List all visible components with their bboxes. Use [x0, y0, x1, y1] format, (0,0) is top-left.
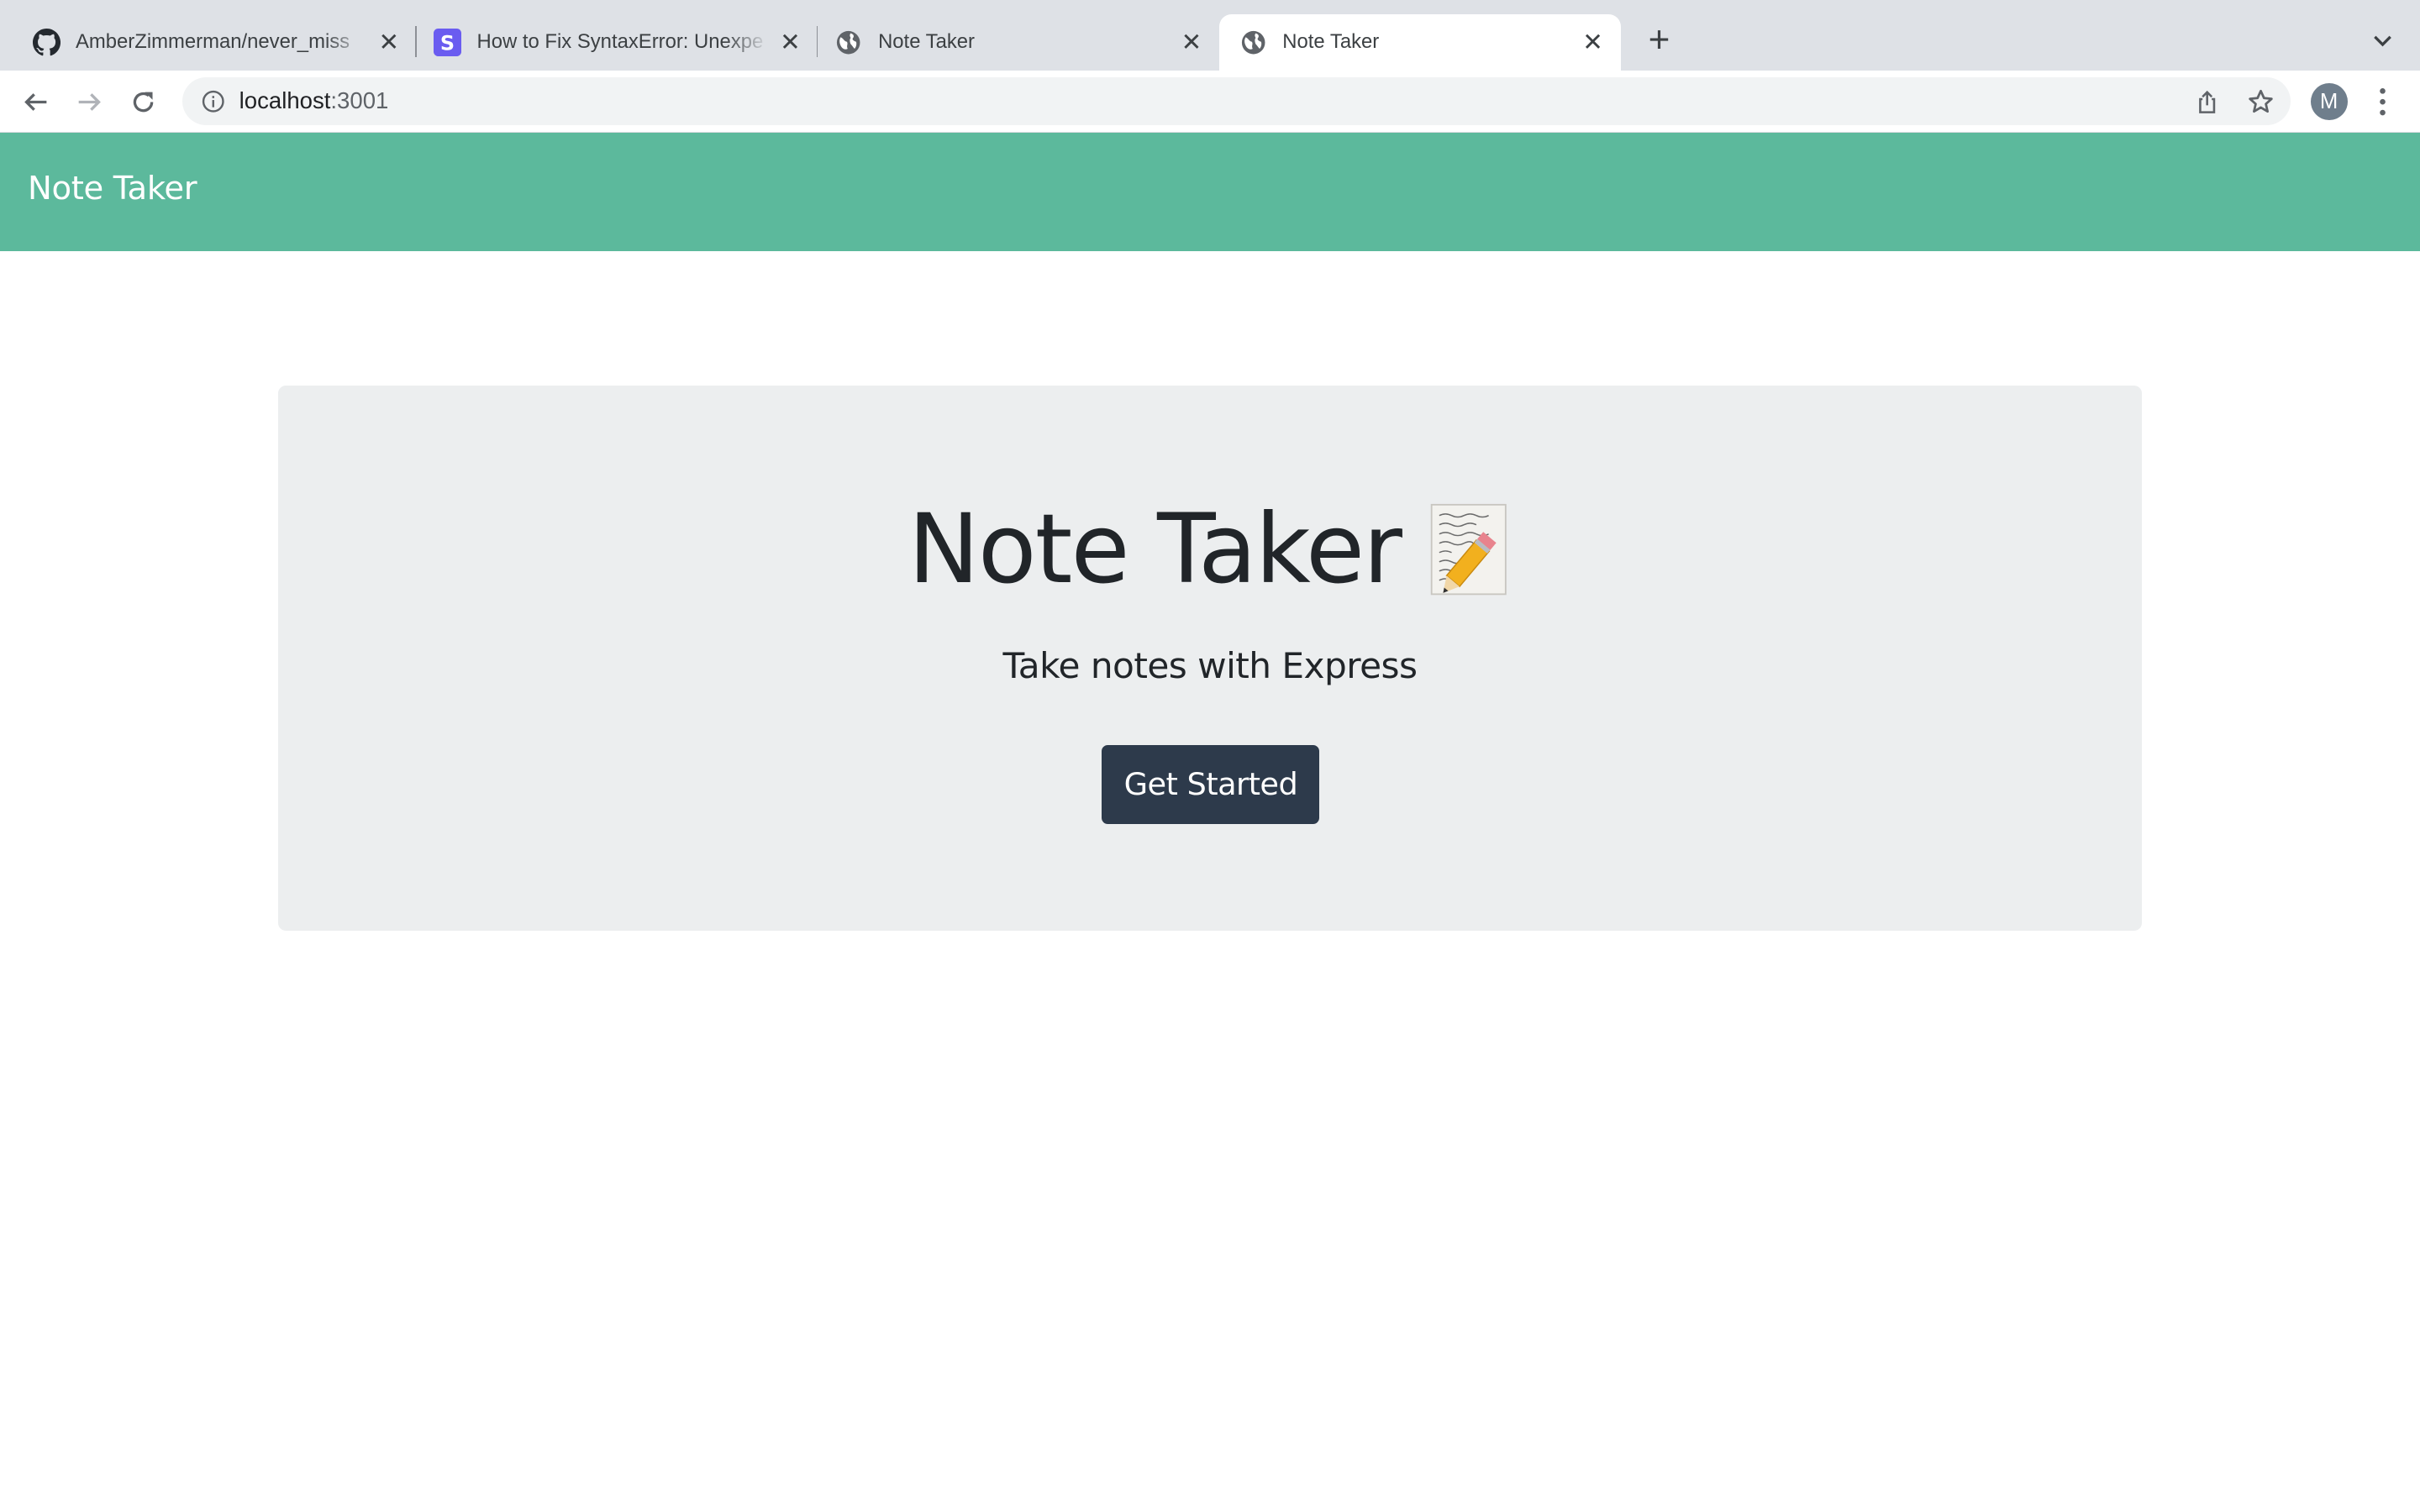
- tab-github[interactable]: AmberZimmerman/never_miss ✕: [0, 14, 417, 71]
- bookmark-star-icon[interactable]: [2245, 87, 2276, 118]
- address-url: localhost:3001: [239, 87, 389, 114]
- back-arrow-icon[interactable]: [15, 81, 55, 122]
- tab-syntax-error[interactable]: S How to Fix SyntaxError: Unexpe ✕: [402, 14, 818, 71]
- navbar-brand-link[interactable]: Note Taker: [28, 170, 197, 207]
- get-started-button[interactable]: Get Started: [1102, 745, 1320, 824]
- tab-title: How to Fix SyntaxError: Unexpe: [477, 30, 769, 55]
- tab-search-chevron-icon[interactable]: [2369, 26, 2396, 54]
- browser-window: AmberZimmerman/never_miss ✕ S How to Fix…: [0, 0, 2420, 1512]
- tab-note-taker-active[interactable]: Note Taker ✕: [1219, 13, 1621, 71]
- new-tab-plus-icon[interactable]: +: [1640, 21, 1677, 60]
- forward-arrow-icon[interactable]: [70, 81, 110, 122]
- memo-icon: [1428, 503, 1512, 596]
- reload-icon[interactable]: [124, 81, 164, 122]
- share-icon[interactable]: [2191, 87, 2223, 118]
- hero-title: Note Taker: [278, 487, 2143, 611]
- hero-jumbotron: Note Taker Take notes with Express Get S…: [277, 386, 2143, 931]
- github-icon: [32, 28, 60, 56]
- close-tab-icon[interactable]: ✕: [1581, 30, 1605, 55]
- more-menu-icon[interactable]: [2369, 85, 2396, 118]
- close-tab-icon[interactable]: ✕: [778, 30, 802, 55]
- address-bar[interactable]: localhost:3001: [182, 76, 2291, 125]
- site-info-icon[interactable]: [199, 87, 227, 115]
- url-host: localhost: [239, 87, 331, 114]
- hero-subtitle: Take notes with Express: [1002, 644, 1418, 686]
- tab-title: Note Taker: [1282, 30, 1380, 54]
- close-tab-icon[interactable]: ✕: [376, 30, 401, 55]
- hero-title-text: Note Taker: [908, 493, 1402, 606]
- close-tab-icon[interactable]: ✕: [1179, 30, 1203, 55]
- url-port: :3001: [330, 87, 389, 114]
- app-navbar: Note Taker: [0, 132, 2420, 252]
- profile-avatar[interactable]: M: [2310, 83, 2348, 121]
- tab-title: Note Taker: [878, 30, 976, 54]
- browser-toolbar: localhost:3001 M: [0, 71, 2420, 133]
- globe-icon: [835, 29, 863, 56]
- tab-note-taker[interactable]: Note Taker ✕: [802, 14, 1219, 71]
- tab-title: AmberZimmerman/never_miss: [76, 30, 368, 55]
- s-logo-icon: S: [434, 28, 462, 57]
- svg-text:S: S: [440, 32, 455, 55]
- tab-strip: AmberZimmerman/never_miss ✕ S How to Fix…: [0, 0, 2420, 71]
- globe-icon: [1239, 29, 1267, 56]
